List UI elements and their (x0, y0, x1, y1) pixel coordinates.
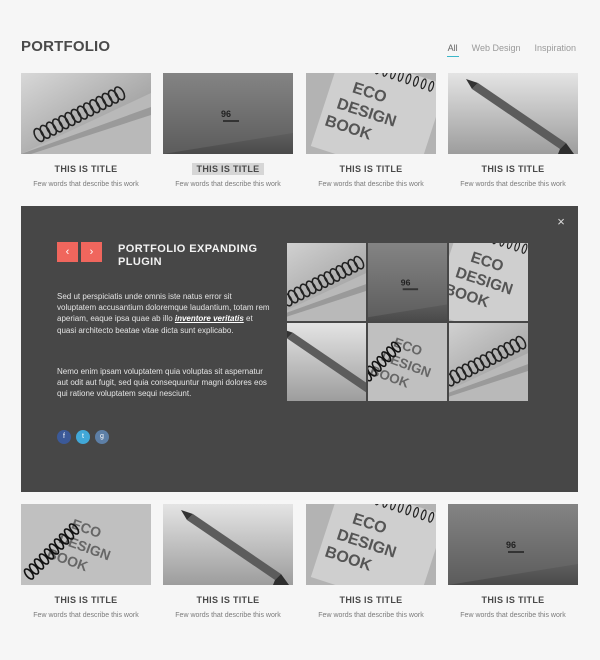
gallery-image[interactable]: 96 (368, 243, 447, 321)
item-description: Few words that describe this work (460, 181, 566, 188)
item-title: THIS IS TITLE (196, 595, 260, 605)
close-icon[interactable]: × (554, 215, 568, 229)
portfolio-item[interactable]: THIS IS TITLE Few words that describe th… (448, 73, 578, 188)
item-title: THIS IS TITLE (481, 164, 545, 174)
photo-image: ECO DESIGN BOOK (306, 73, 436, 154)
portfolio-thumbnail[interactable] (21, 73, 151, 154)
photo-image (163, 504, 293, 585)
portfolio-item[interactable]: THIS IS TITLE Few words that describe th… (21, 73, 151, 188)
portfolio-item[interactable]: THIS IS TITLE Few words that describe th… (163, 504, 293, 619)
svg-text:96: 96 (221, 109, 231, 119)
portfolio-row-bottom: ECO DESIGN BOOK THIS IS TITLE Few words … (21, 504, 578, 624)
item-title: THIS IS TITLE (339, 164, 403, 174)
next-button[interactable]: › (81, 242, 102, 262)
item-title: THIS IS TITLE (339, 595, 403, 605)
portfolio-item[interactable]: ECO DESIGN BOOK THIS IS TITLE Few words … (306, 504, 436, 619)
item-description: Few words that describe this work (33, 181, 139, 188)
portfolio-item[interactable]: ECO DESIGN BOOK THIS IS TITLE Few words … (306, 73, 436, 188)
preview-gallery: 96 ECO DESIGN BOOK ECO DESIGN BOOK (287, 243, 528, 401)
photo-image: ECO DESIGN BOOK (21, 504, 151, 585)
filter-nav: All Web Design Inspiration (446, 43, 576, 57)
portfolio-item[interactable]: ECO DESIGN BOOK THIS IS TITLE Few words … (21, 504, 151, 619)
photo-image (287, 243, 366, 321)
page-title: PORTFOLIO (21, 38, 111, 55)
item-description: Few words that describe this work (318, 612, 424, 619)
gallery-image[interactable] (287, 323, 366, 401)
portfolio-row-top: THIS IS TITLE Few words that describe th… (21, 73, 578, 193)
portfolio-thumbnail[interactable]: 96 (163, 73, 293, 154)
svg-text:96: 96 (401, 277, 411, 287)
photo-image: 96 (448, 504, 578, 585)
inventore-link[interactable]: inventore veritatis (175, 314, 244, 323)
item-description: Few words that describe this work (460, 612, 566, 619)
preview-paragraph: Nemo enim ipsam voluptatem quia voluptas… (57, 367, 267, 399)
prev-button[interactable]: ‹ (57, 242, 78, 262)
gallery-image[interactable]: ECO DESIGN BOOK (368, 323, 447, 401)
photo-image (449, 323, 528, 401)
item-description: Few words that describe this work (175, 181, 281, 188)
photo-image: 96 (368, 243, 447, 321)
expanded-preview: × ‹ › PORTFOLIO EXPANDING PLUGIN Sed ut … (21, 206, 578, 492)
preview-paragraph: Sed ut perspiciatis unde omnis iste natu… (57, 291, 273, 336)
google-plus-icon[interactable]: g (95, 430, 109, 444)
filter-all[interactable]: All (446, 43, 459, 57)
item-title: THIS IS TITLE (54, 595, 118, 605)
portfolio-thumbnail[interactable] (163, 504, 293, 585)
portfolio-thumbnail[interactable]: 96 (448, 504, 578, 585)
photo-image (448, 73, 578, 154)
svg-text:96: 96 (506, 540, 516, 550)
twitter-icon[interactable]: t (76, 430, 90, 444)
photo-image: 96 (163, 73, 293, 154)
gallery-image[interactable] (449, 323, 528, 401)
portfolio-item[interactable]: 96 THIS IS TITLE Few words that describe… (163, 73, 293, 188)
item-title: THIS IS TITLE (54, 164, 118, 174)
facebook-icon[interactable]: f (57, 430, 71, 444)
preview-title: PORTFOLIO EXPANDING PLUGIN (118, 243, 258, 268)
item-title: THIS IS TITLE (481, 595, 545, 605)
portfolio-thumbnail[interactable] (448, 73, 578, 154)
photo-image: ECO DESIGN BOOK (306, 504, 436, 585)
filter-inspiration[interactable]: Inspiration (534, 43, 576, 53)
filter-web-design[interactable]: Web Design (472, 43, 521, 53)
photo-image (21, 73, 151, 154)
gallery-image[interactable] (287, 243, 366, 321)
gallery-image[interactable]: ECO DESIGN BOOK (449, 243, 528, 321)
photo-image: ECO DESIGN BOOK (368, 323, 447, 401)
portfolio-thumbnail[interactable]: ECO DESIGN BOOK (306, 73, 436, 154)
item-description: Few words that describe this work (33, 612, 139, 619)
portfolio-item[interactable]: 96 THIS IS TITLE Few words that describe… (448, 504, 578, 619)
item-description: Few words that describe this work (318, 181, 424, 188)
item-title: THIS IS TITLE (191, 163, 265, 175)
photo-image: ECO DESIGN BOOK (449, 243, 528, 321)
item-description: Few words that describe this work (175, 612, 281, 619)
photo-image (287, 323, 366, 401)
portfolio-thumbnail[interactable]: ECO DESIGN BOOK (21, 504, 151, 585)
social-links: f t g (57, 430, 109, 444)
portfolio-thumbnail[interactable]: ECO DESIGN BOOK (306, 504, 436, 585)
